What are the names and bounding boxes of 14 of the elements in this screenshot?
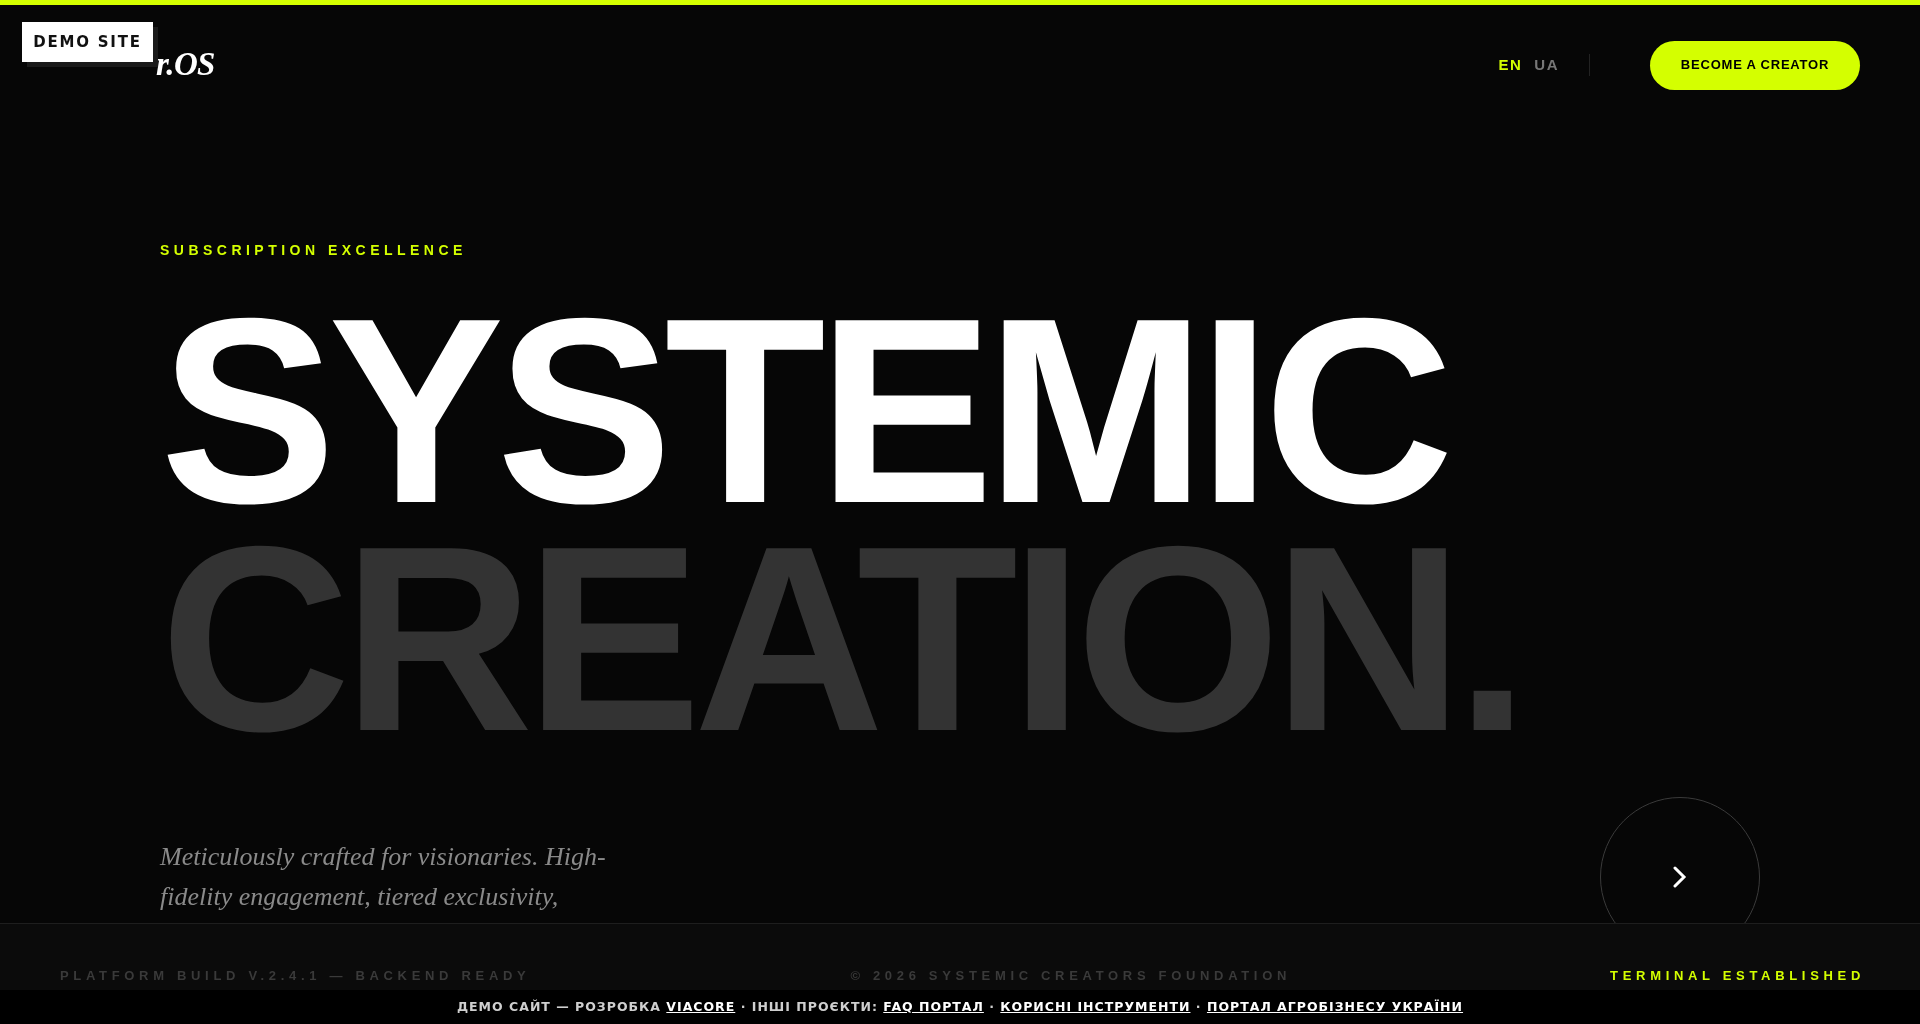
footer-link[interactable]: ПОРТАЛ АГРОБІЗНЕСУ УКРАЇНИ — [1206, 998, 1464, 1014]
eyebrow-label: SUBSCRIPTION EXCELLENCE — [160, 243, 468, 257]
footer-link[interactable]: КОРИСНІ ІНСТРУМЕНТИ — [1000, 998, 1191, 1014]
language-tab[interactable]: EN — [1498, 53, 1523, 77]
footer-link[interactable]: FAQ ПОРТАЛ — [883, 998, 984, 1014]
headline-text: SYSTEMIC — [160, 297, 1447, 525]
hero-description: Meticulously crafted for visionaries. High-fidelity engagement, tiered exclusivity, — [160, 841, 607, 913]
language-tab[interactable]: UA — [1534, 53, 1559, 77]
become-creator-button[interactable]: BECOME A CREATOR — [1650, 40, 1860, 90]
demo-notice: ДЕМО САЙТ — РОЗРОБКА VIACORE · ІНШІ ПРОЄКТИ: FAQ ПОРТАЛ · КОРИСНІ ІНСТРУМЕНТИ · ПОРТАЛ АГРОБІЗНЕСУ УКРАЇНИ — [456, 997, 1464, 1016]
footer-link[interactable]: VIACORE — [666, 998, 736, 1014]
chevron-right-icon — [1673, 866, 1687, 888]
logo[interactable]: r.OS — [156, 40, 215, 90]
status-text: TERMINAL ESTABLISHED — [1610, 967, 1865, 985]
